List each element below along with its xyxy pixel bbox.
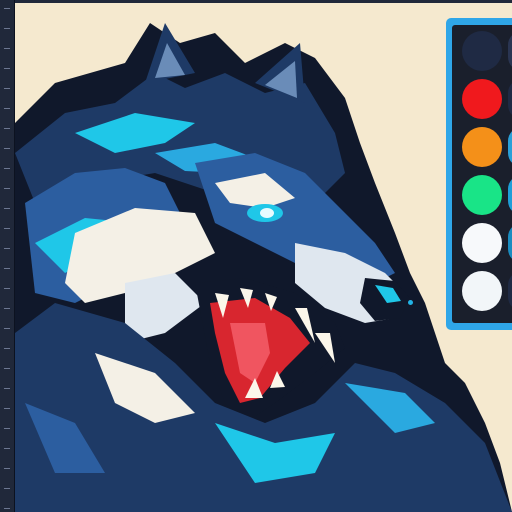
ruler-tick [4, 288, 10, 289]
brush-cursor [408, 300, 413, 305]
ruler-tick [4, 488, 10, 489]
ruler-tick [4, 208, 10, 209]
ruler-tick [4, 408, 10, 409]
swatch-white-2[interactable] [462, 271, 502, 311]
ruler-tick [4, 188, 10, 189]
ruler-tick [4, 28, 10, 29]
ruler-tick [4, 388, 10, 389]
ruler-tick [4, 68, 10, 69]
swatch-edge[interactable] [508, 31, 512, 71]
ruler-tick [4, 428, 10, 429]
ruler-tick [4, 328, 10, 329]
wolf-artwork [15, 23, 512, 512]
swatch-white-1[interactable] [462, 223, 502, 263]
ruler-tick [4, 368, 10, 369]
color-palette-panel [446, 18, 512, 330]
ruler-tick [4, 168, 10, 169]
swatch-edge[interactable] [508, 223, 512, 263]
left-ruler [0, 0, 15, 512]
swatch-edge[interactable] [508, 175, 512, 215]
swatch-edge[interactable] [508, 127, 512, 167]
ruler-tick [4, 88, 10, 89]
ruler-tick [4, 348, 10, 349]
ruler-tick [4, 448, 10, 449]
ruler-tick [4, 508, 10, 509]
ruler-tick [4, 8, 10, 9]
ruler-tick [4, 268, 10, 269]
swatch-green[interactable] [462, 175, 502, 215]
swatch-edge[interactable] [508, 79, 512, 119]
ruler-tick [4, 48, 10, 49]
ruler-tick [4, 128, 10, 129]
ruler-tick [4, 108, 10, 109]
swatch-navy[interactable] [462, 31, 502, 71]
ruler-tick [4, 248, 10, 249]
swatch-edge[interactable] [508, 271, 512, 311]
swatch-orange[interactable] [462, 127, 502, 167]
ruler-tick [4, 468, 10, 469]
ruler-tick [4, 228, 10, 229]
palette-swatch-area [452, 25, 512, 323]
ruler-tick [4, 308, 10, 309]
ruler-tick [4, 148, 10, 149]
swatch-red[interactable] [462, 79, 502, 119]
artwork-canvas[interactable] [15, 3, 512, 512]
